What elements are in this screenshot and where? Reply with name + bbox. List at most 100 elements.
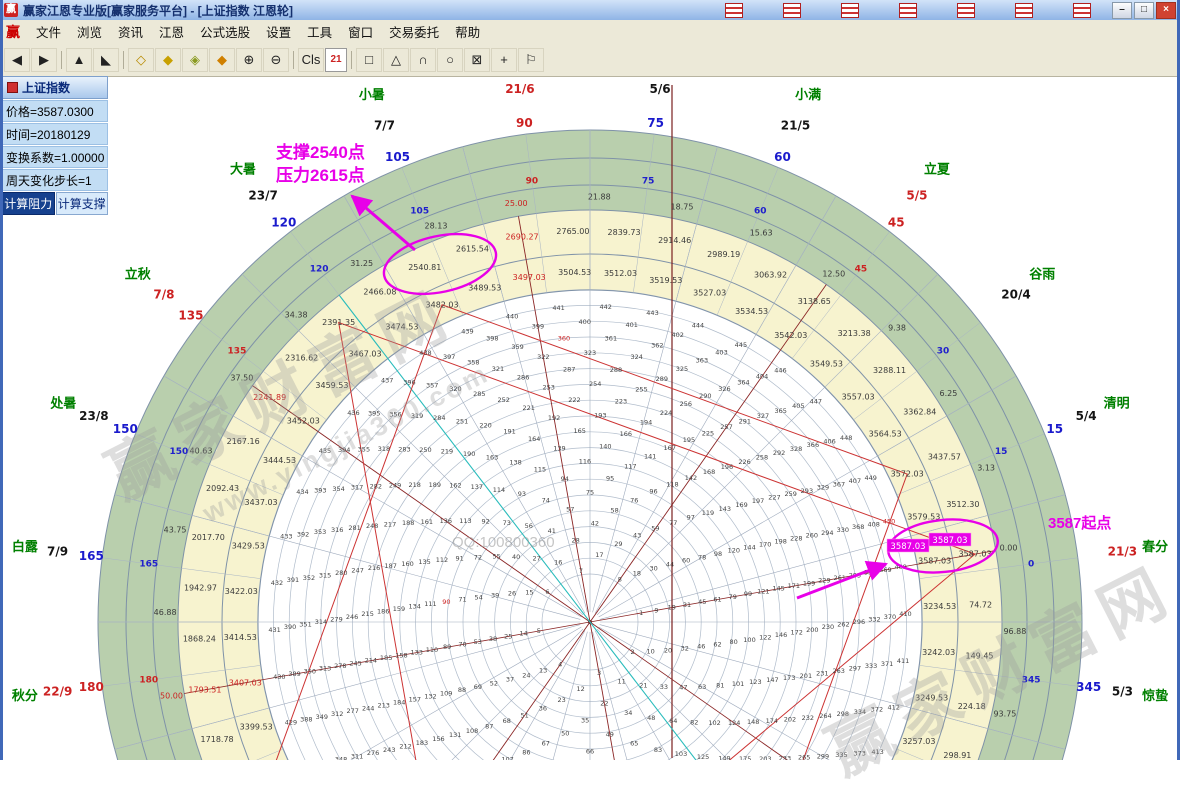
svg-text:75: 75 — [642, 176, 655, 186]
svg-text:5/5: 5/5 — [906, 188, 927, 202]
svg-text:438: 438 — [419, 349, 431, 357]
toolbar-button[interactable] — [123, 51, 124, 69]
nav-back-icon[interactable]: ◀ — [4, 48, 30, 72]
menu-item[interactable]: 公式选股 — [192, 20, 258, 43]
menu-item[interactable]: 浏览 — [69, 20, 110, 43]
svg-text:369: 369 — [879, 566, 891, 574]
svg-text:279: 279 — [330, 615, 342, 623]
svg-text:56: 56 — [525, 522, 533, 530]
menu-item[interactable]: 文件 — [28, 20, 69, 43]
svg-text:75: 75 — [647, 116, 664, 130]
svg-text:299: 299 — [817, 753, 829, 761]
svg-text:285: 285 — [473, 390, 485, 398]
circle-tool-icon[interactable]: ○ — [437, 48, 463, 72]
calc-support-button[interactable]: 计算支撑 — [56, 192, 109, 215]
svg-text:135: 135 — [178, 308, 203, 322]
resistance-note-line: 压力2615点 — [276, 164, 365, 187]
trend-tool-icon[interactable]: ▲ — [66, 48, 92, 72]
svg-text:363: 363 — [696, 356, 708, 364]
svg-text:329: 329 — [817, 484, 829, 492]
gann-grid-icon[interactable]: ◈ — [182, 48, 208, 72]
svg-text:352: 352 — [303, 574, 315, 582]
svg-text:3489.53: 3489.53 — [468, 284, 501, 293]
svg-text:77: 77 — [669, 519, 677, 527]
svg-text:72: 72 — [474, 553, 482, 561]
calc-resistance-button[interactable]: 计算阻力 — [2, 192, 55, 215]
titlebar-app-icon[interactable] — [1073, 3, 1091, 18]
svg-text:295: 295 — [849, 571, 861, 579]
arc-tool-icon[interactable]: ∩ — [410, 48, 436, 72]
titlebar-app-icon[interactable] — [841, 3, 859, 18]
svg-text:2989.19: 2989.19 — [707, 250, 740, 259]
nav-forward-icon[interactable]: ▶ — [31, 48, 57, 72]
svg-text:8: 8 — [618, 575, 622, 583]
rect-tool-icon[interactable]: □ — [356, 48, 382, 72]
svg-text:213: 213 — [377, 701, 389, 709]
svg-text:109: 109 — [440, 689, 452, 697]
svg-text:362: 362 — [651, 342, 663, 350]
toolbar: ◀▶▲◣◇◆◈◆⊕⊖Cls21□△∩○⊠+⚐ — [0, 43, 1180, 77]
gann-wheel-icon[interactable]: ◆ — [209, 48, 235, 72]
svg-text:439: 439 — [461, 327, 473, 335]
delete-tool-icon[interactable]: ⊠ — [464, 48, 490, 72]
toolbar-button[interactable] — [61, 51, 62, 69]
support-resistance-note: 支撑2540点 压力2615点 — [276, 141, 365, 187]
gann-fan-icon[interactable]: ◆ — [155, 48, 181, 72]
index-icon — [7, 82, 18, 93]
menu-item[interactable]: 江恩 — [151, 20, 192, 43]
titlebar-app-icon[interactable] — [1015, 3, 1033, 18]
svg-text:159: 159 — [393, 605, 405, 613]
menu-item[interactable]: 帮助 — [447, 20, 488, 43]
triangle-tool-icon[interactable]: △ — [383, 48, 409, 72]
calendar-21-icon[interactable]: 21 — [325, 48, 347, 72]
svg-text:17: 17 — [595, 551, 603, 559]
zoom-out-icon[interactable]: ⊖ — [263, 48, 289, 72]
close-button[interactable]: × — [1156, 2, 1176, 19]
svg-text:46.88: 46.88 — [154, 608, 177, 617]
svg-text:1942.97: 1942.97 — [184, 583, 217, 592]
maximize-button[interactable]: □ — [1134, 2, 1154, 19]
svg-text:193: 193 — [594, 411, 606, 419]
svg-text:6: 6 — [545, 588, 549, 596]
svg-text:284: 284 — [433, 414, 445, 422]
svg-text:24: 24 — [522, 671, 530, 679]
svg-text:93.75: 93.75 — [993, 709, 1016, 718]
svg-text:224.18: 224.18 — [958, 702, 986, 711]
svg-text:120: 120 — [271, 215, 296, 229]
svg-text:48: 48 — [647, 714, 655, 722]
menu-item[interactable]: 设置 — [258, 20, 299, 43]
menu-item[interactable]: 交易委托 — [381, 20, 447, 43]
crosshair-tool-icon[interactable]: + — [491, 48, 517, 72]
svg-text:34: 34 — [624, 709, 632, 717]
svg-text:372: 372 — [871, 706, 883, 714]
titlebar-app-icon[interactable] — [725, 3, 743, 18]
svg-text:195: 195 — [683, 436, 695, 444]
titlebar-app-icon[interactable] — [783, 3, 801, 18]
zoom-in-icon[interactable]: ⊕ — [236, 48, 262, 72]
svg-text:21.88: 21.88 — [588, 193, 611, 202]
svg-text:73: 73 — [503, 519, 511, 527]
menu-item[interactable]: 工具 — [299, 20, 340, 43]
gann-wheel-canvas[interactable]: 1234567891011121314151617181920212223242… — [0, 0, 1180, 760]
svg-text:2: 2 — [631, 648, 635, 656]
menu-item[interactable]: 资讯 — [110, 20, 151, 43]
svg-text:67: 67 — [542, 740, 550, 748]
svg-text:50: 50 — [561, 729, 569, 737]
angle-tool-icon[interactable]: ◣ — [93, 48, 119, 72]
cls-button[interactable]: Cls — [298, 48, 324, 72]
flag-tool-icon[interactable]: ⚐ — [518, 48, 544, 72]
menu-item[interactable]: 窗口 — [340, 20, 381, 43]
svg-text:99: 99 — [744, 590, 752, 598]
toolbar-button[interactable] — [293, 51, 294, 69]
svg-text:147: 147 — [766, 676, 778, 684]
titlebar-app-icon[interactable] — [957, 3, 975, 18]
gann-box-icon[interactable]: ◇ — [128, 48, 154, 72]
app-logo-icon: 赢 — [4, 3, 18, 17]
svg-text:435: 435 — [319, 447, 331, 455]
minimize-button[interactable]: – — [1112, 2, 1132, 19]
svg-text:165: 165 — [574, 427, 586, 435]
toolbar-button[interactable] — [351, 51, 352, 69]
svg-text:94: 94 — [561, 475, 569, 483]
titlebar-app-icon[interactable] — [899, 3, 917, 18]
svg-text:112: 112 — [436, 556, 448, 564]
